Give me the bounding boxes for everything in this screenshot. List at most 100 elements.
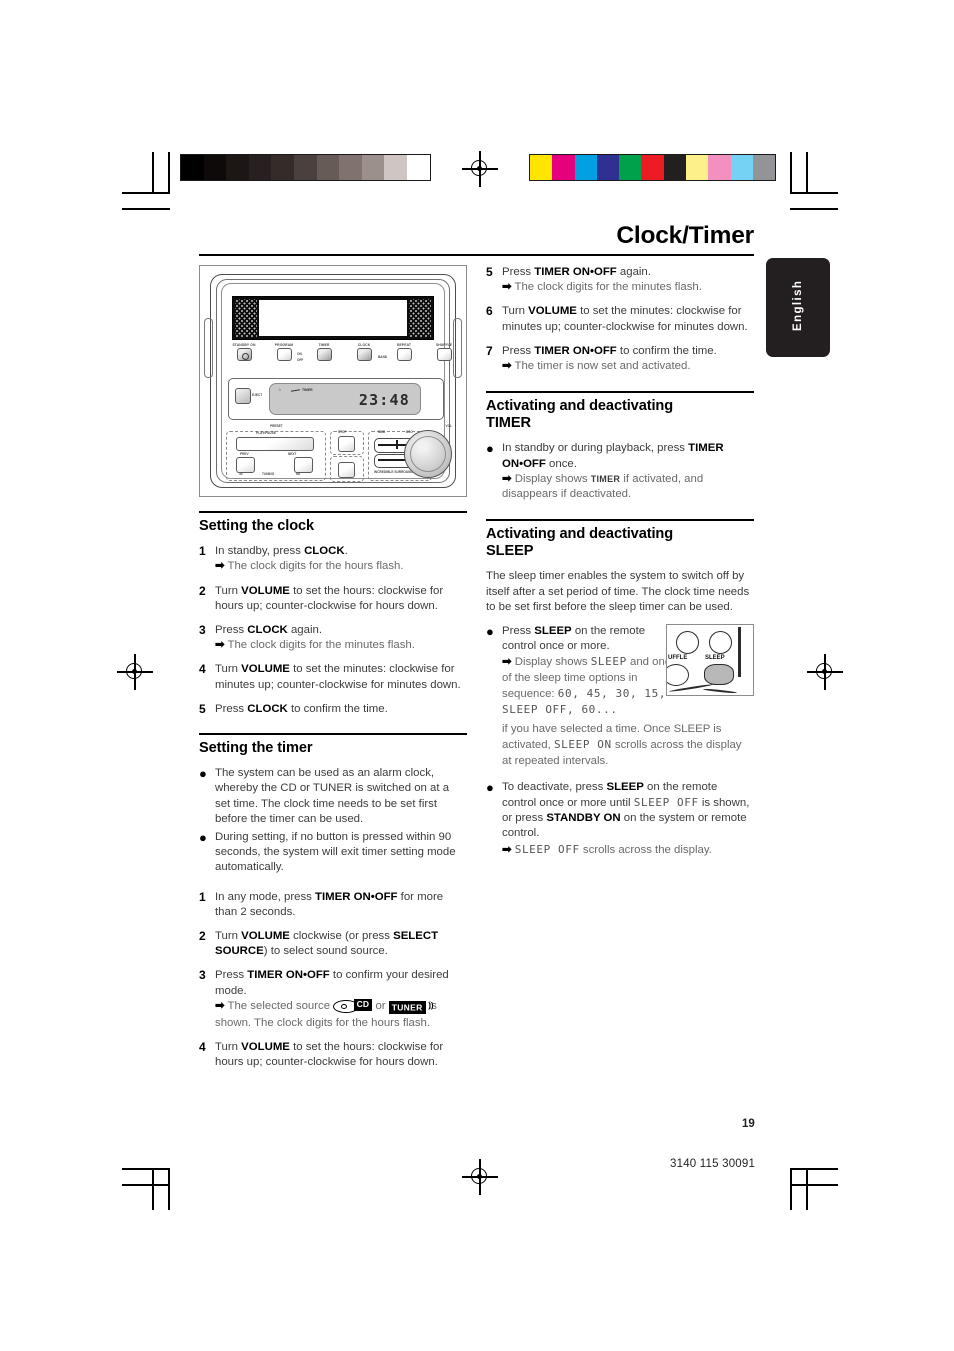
- step-number: 5: [486, 265, 493, 279]
- bullet-text: The system can be used as an alarm clock…: [215, 767, 450, 825]
- step-text: Turn VOLUME to set the hours: clockwise …: [215, 584, 444, 612]
- result-arrow: ➡: [502, 472, 512, 485]
- next-button[interactable]: [294, 457, 313, 473]
- timer-bullet-1: ● The system can be used as an alarm clo…: [199, 766, 467, 827]
- dbb-label: DBB: [378, 430, 385, 434]
- step-number: 3: [199, 623, 206, 637]
- stop-button[interactable]: [338, 436, 355, 452]
- crop-mark-br-h: [790, 1168, 838, 1170]
- crop-mark-tr-v: [790, 152, 792, 194]
- display-shows-pre: Display shows: [514, 472, 588, 485]
- cd-badge-label: CD: [353, 998, 373, 1011]
- registration-mark-right: [807, 654, 843, 690]
- heading-setting-the-timer: Setting the timer: [199, 740, 313, 757]
- grayscale-swatch-0: [181, 155, 204, 180]
- sleep-bullet-2: ● To deactivate, press SLEEP on the remo…: [486, 780, 754, 858]
- color-swatch-10: [752, 155, 776, 180]
- timer-step-7: 7 Press TIMER ON•OFF to confirm the time…: [486, 344, 754, 374]
- remote-control-inset: UFFLE SLEEP: [666, 624, 754, 697]
- clock-step-2: 2 Turn VOLUME to set the hours: clockwis…: [199, 584, 467, 614]
- step-text: Press TIMER ON•OFF to confirm your desir…: [215, 969, 449, 997]
- play-pause-button[interactable]: [236, 437, 314, 451]
- step-number: 6: [486, 304, 493, 319]
- timer-step-6: 6 Turn VOLUME to set the minutes: clockw…: [486, 304, 754, 334]
- remote-shuffle-button[interactable]: [676, 631, 699, 655]
- sleep-press-bold: SLEEP: [534, 625, 572, 638]
- crop-mark-bl-h2: [122, 1184, 170, 1186]
- next-label: NEXT: [288, 452, 297, 456]
- standby-on-button[interactable]: STANDBY ON: [224, 342, 264, 361]
- record-button[interactable]: [338, 462, 355, 478]
- remote-shuffle-label: UFFLE: [668, 655, 688, 662]
- deactivate-pre: To deactivate, press: [502, 780, 604, 793]
- volume-knob[interactable]: [404, 430, 452, 478]
- color-swatch-9: [730, 155, 753, 180]
- remote-edge-line: [738, 627, 741, 678]
- grayscale-swatch-7: [339, 155, 362, 180]
- dbb-slider-knob: [396, 440, 398, 449]
- audio-system-illustration: STANDBY ON PROGRAM TIMER ON OFF CLOCK RE…: [199, 265, 467, 497]
- step-text: Turn VOLUME to set the minutes: clockwis…: [502, 305, 748, 333]
- step-number: 5: [199, 701, 206, 716]
- remote-lower-left-button[interactable]: [667, 664, 689, 687]
- stop-label: STOP: [338, 430, 347, 434]
- sleep-off-scroll-text: SLEEP OFF: [514, 842, 580, 856]
- heading-line-1: Activating and deactivating: [486, 526, 674, 543]
- eject-label: EJECT: [252, 393, 263, 397]
- selected-source-pre: The selected source: [227, 999, 331, 1012]
- step-text: In any mode, press TIMER ON•OFF for more…: [215, 890, 444, 918]
- clock-step-5: 5 Press CLOCK to confirm the time.: [199, 702, 467, 717]
- display-window: [232, 296, 434, 340]
- color-swatch-6: [663, 155, 687, 180]
- lcd-display: ☆ TIMER 23:48: [269, 383, 421, 415]
- step-text: Turn VOLUME clockwise (or press SELECT S…: [215, 930, 439, 958]
- timer-step-2: 2 Turn VOLUME clockwise (or press SELECT…: [199, 929, 467, 959]
- eject-button[interactable]: [235, 388, 251, 404]
- heading-line-2: TIMER: [486, 415, 531, 432]
- preset-label: PRESET: [270, 424, 283, 428]
- page-number: 19: [742, 1118, 755, 1130]
- page-title: Clock/Timer: [616, 222, 754, 249]
- shuffle-label: SHUFFLE: [435, 343, 453, 347]
- bullet-icon: ●: [199, 766, 207, 782]
- heading-activating-sleep: Activating and deactivating SLEEP: [486, 526, 754, 560]
- remote-sleep-key[interactable]: [704, 664, 734, 686]
- color-swatch-5: [641, 155, 664, 180]
- color-swatch-4: [619, 155, 642, 180]
- crop-mark-tl-v: [168, 152, 170, 194]
- grayscale-swatch-9: [384, 155, 407, 180]
- bullet-icon: ●: [199, 830, 207, 846]
- lcd-clock-value: 23:48: [358, 391, 410, 409]
- manual-page: Clock/Timer English STANDBY ON PROGRAM T…: [0, 0, 954, 1351]
- result-arrow: ➡: [502, 843, 512, 856]
- prev-label: PREV: [240, 452, 249, 456]
- program-label: PROGRAM: [274, 343, 294, 347]
- step-text: Press CLOCK again.: [215, 624, 322, 636]
- prev-button[interactable]: [236, 457, 255, 473]
- front-button-row: STANDBY ON PROGRAM TIMER ON OFF CLOCK RE…: [228, 342, 452, 372]
- bullet-text-pre: In standby or during playback, press: [502, 442, 685, 455]
- bullet-text-post: once.: [549, 457, 577, 470]
- sleep-off-lcd-text: SLEEP OFF: [633, 796, 699, 810]
- rew-label: 44: [239, 472, 243, 476]
- timer-button[interactable]: TIMER: [304, 342, 344, 361]
- timer-indicator-text: TIMER: [590, 473, 621, 484]
- section-rule-timer: [199, 733, 467, 736]
- sleep-press-pre: Press: [502, 625, 532, 638]
- sleep-options-1: 60, 45, 30, 15,: [557, 686, 667, 700]
- timer-step-3: 3 Press TIMER ON•OFF to confirm your des…: [199, 968, 467, 1031]
- step-result: The clock digits for the minutes flash.: [514, 281, 702, 294]
- title-rule: [199, 254, 754, 257]
- heading-setting-the-clock: Setting the clock: [199, 518, 315, 535]
- tuner-badge-label: TUNER: [388, 1001, 426, 1015]
- crop-mark-bl-h: [122, 1168, 170, 1170]
- shuffle-button[interactable]: SHUFFLE: [424, 342, 464, 361]
- repeat-button[interactable]: REPEAT: [384, 342, 424, 361]
- band-tag: BAND: [378, 355, 388, 359]
- timer-step-5: 5 Press TIMER ON•OFF again. ➡ The clock …: [486, 265, 754, 295]
- document-code: 3140 115 30091: [670, 1158, 756, 1170]
- crop-mark-br-v2: [806, 1168, 808, 1210]
- vol-label: VOL: [445, 424, 452, 428]
- remote-upper-right-button[interactable]: [709, 631, 732, 655]
- step-number: 7: [486, 343, 493, 358]
